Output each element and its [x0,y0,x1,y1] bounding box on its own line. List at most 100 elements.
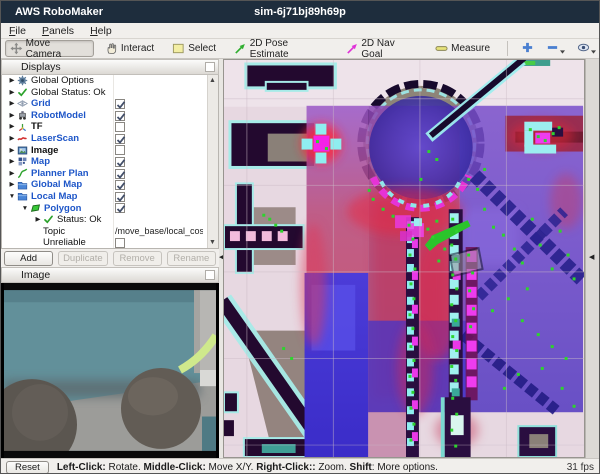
caret-down-icon [591,50,596,54]
statusbar: Reset Left-Click: Rotate. Middle-Click: … [1,458,599,474]
fps-counter: 31 fps [567,462,594,473]
right-splitter[interactable]: ◀ [585,59,599,458]
caret-down-icon [560,50,565,54]
tree-row-robotmodel[interactable]: ▶RobotModel [2,110,218,122]
tree-row-global-status-ok[interactable]: ▶ Global Status: Ok [2,87,218,99]
folder-icon [17,180,29,191]
tree-scrollbar[interactable]: ▲ ▼ [207,75,218,248]
scroll-up-icon[interactable]: ▲ [208,76,217,85]
expand-arrow-icon[interactable]: ▶ [7,168,17,180]
zoom-out-button[interactable] [543,40,568,57]
render-viewport[interactable] [223,59,585,458]
visibility-checkbox[interactable] [115,145,125,155]
menu-panels[interactable]: Panels [42,25,74,37]
displays-monitor-icon [5,61,17,73]
mouse-help-text: Left-Click: Rotate. Middle-Click: Move X… [57,462,438,473]
remove-button: Remove [113,251,162,266]
toolbar-separator [507,41,508,56]
tree-row-laserscan[interactable]: ▶LaserScan [2,133,218,145]
expand-arrow-icon[interactable]: ▶ [7,110,17,122]
expand-arrow-icon[interactable]: ▶ [7,75,17,87]
tree-row-local-map[interactable]: ▼ Local Map [2,191,218,203]
tree-label: Local Map [31,191,77,203]
displays-panel-close-button[interactable] [205,62,215,72]
tree-label: Global Map [31,179,82,191]
tool-measure[interactable]: Measure [430,40,497,57]
measure-icon [435,42,448,55]
polygon-icon [30,203,42,214]
expand-arrow-icon[interactable]: ▶ [7,179,17,191]
expand-arrow-icon[interactable]: ▶ [7,121,17,133]
menu-file[interactable]: File [9,25,26,37]
visibility-checkbox[interactable] [115,192,125,202]
tool-interact[interactable]: Interact [100,40,161,57]
reset-button[interactable]: Reset [6,461,49,474]
titlebar: AWS RoboMaker sim-6j71bj89h69p [1,1,599,23]
visibility-checkbox[interactable] [115,169,125,179]
gear-icon [17,75,29,86]
tree-label: Polygon [44,203,81,215]
tool-2d-nav-goal[interactable]: 2D Nav Goal [341,40,424,57]
check-icon [17,87,29,98]
expand-arrow-icon[interactable]: ▶ [33,214,43,226]
tool-2d-pose-estimate[interactable]: 2D Pose Estimate [229,40,335,57]
image-panel-close-button[interactable] [205,270,215,280]
grid-icon [17,98,29,109]
tree-row-unreliable[interactable]: Unreliable [2,237,218,249]
expand-arrow-icon[interactable]: ▶ [7,156,17,168]
tree-label: Map [31,156,50,168]
tree-row-global-map[interactable]: ▶ Global Map [2,179,218,191]
view-options-button[interactable] [574,40,599,57]
topic-value[interactable]: /move_base/local_cost... [115,226,203,238]
tool-label: 2D Pose Estimate [250,38,328,60]
displays-panel-header: Displays [1,59,219,75]
green-arrow-icon [234,42,247,55]
visibility-checkbox[interactable] [115,122,125,132]
visibility-checkbox[interactable] [115,203,125,213]
tree-row-grid[interactable]: ▶ Grid [2,98,218,110]
tree-row-image[interactable]: ▶ Image [2,145,218,157]
visibility-checkbox[interactable] [115,238,125,248]
tree-row-status-ok[interactable]: ▶ Status: Ok [2,214,218,226]
visibility-checkbox[interactable] [115,134,125,144]
tree-row-map[interactable]: ▶ Map [2,156,218,168]
image-panel-title: Image [21,269,201,281]
tree-label: Image [31,145,58,157]
tree-label: Grid [31,98,51,110]
zoom-in-button[interactable] [518,40,537,57]
tree-row-topic[interactable]: Topic/move_base/local_cost... [2,226,218,238]
visibility-checkbox[interactable] [115,111,125,121]
add-button[interactable]: Add [4,251,53,266]
tree-label: Status: Ok [57,214,101,226]
expand-arrow-icon[interactable]: ▶ [7,98,17,110]
check-icon [43,214,55,225]
tool-move-camera[interactable]: Move Camera [5,40,94,57]
tree-label: Global Status: Ok [31,87,105,99]
collapse-arrow-icon[interactable]: ▼ [20,203,30,215]
tree-row-tf[interactable]: ▶TF [2,121,218,133]
laser-scan-icon [17,133,29,144]
visibility-checkbox[interactable] [115,99,125,109]
tree-row-polygon[interactable]: ▼ Polygon [2,203,218,215]
menu-help[interactable]: Help [90,25,112,37]
magenta-arrow-icon [346,42,359,55]
collapse-arrow-icon[interactable]: ▼ [7,191,17,203]
scroll-down-icon[interactable]: ▼ [208,238,217,247]
displays-tree[interactable]: ▶Global Options▶Global Status: Ok▶Grid▶R… [1,75,219,249]
content-area: Displays ▶Global Options▶Global Status: … [1,59,599,458]
expand-arrow-icon[interactable]: ▶ [7,133,17,145]
tree-row-planner-plan[interactable]: ▶Planner Plan [2,168,218,180]
select-box-icon [172,42,185,55]
plus-icon [521,41,534,54]
visibility-checkbox[interactable] [115,180,125,190]
image-panel-header: Image [1,267,219,283]
tool-select[interactable]: Select [167,40,223,57]
tree-row-global-options[interactable]: ▶Global Options [2,75,218,87]
displays-panel-title: Displays [21,61,201,73]
duplicate-button: Duplicate [58,251,107,266]
splitter-collapse-icon[interactable]: ◀ [589,254,594,262]
expand-arrow-icon[interactable]: ▶ [7,145,17,157]
expand-arrow-icon[interactable]: ▶ [7,87,17,99]
visibility-checkbox[interactable] [115,157,125,167]
path-icon [17,168,29,179]
